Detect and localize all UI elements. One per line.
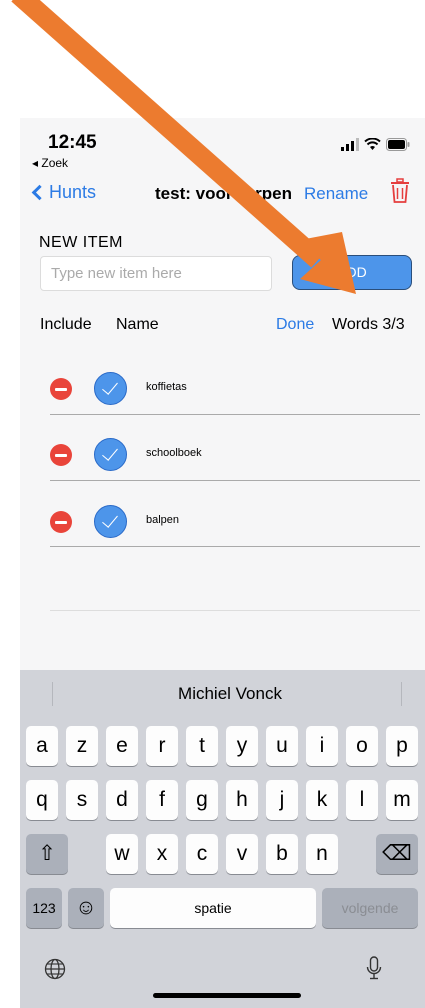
checkmark-icon[interactable] [94,438,127,471]
key-f[interactable]: f [146,780,178,820]
key-q[interactable]: q [26,780,58,820]
key-b[interactable]: b [266,834,298,874]
status-icons [341,138,410,151]
signal-icon [341,138,359,151]
name-column-header: Name [116,316,159,333]
key-c[interactable]: c [186,834,218,874]
words-count: Words 3/3 [332,316,405,333]
shift-key[interactable]: ⇧ [26,834,68,874]
item-name: balpen [146,514,180,526]
add-button[interactable]: ADD [292,255,412,290]
key-g[interactable]: g [186,780,218,820]
rename-button[interactable]: Rename [304,184,368,204]
suggestion-word[interactable]: Michiel Vonck [20,684,425,704]
list-item: schoolboek [50,431,420,496]
trash-icon[interactable] [390,178,410,204]
numbers-key[interactable]: 123 [26,888,62,928]
delete-icon[interactable] [50,511,72,533]
key-z[interactable]: z [66,726,98,766]
chevron-left-icon [31,184,48,201]
divider [50,610,420,611]
back-hunts-label: Hunts [49,182,97,202]
delete-key[interactable]: ⌫ [376,834,418,874]
include-column-header: Include [40,316,92,333]
key-p[interactable]: p [386,726,418,766]
key-m[interactable]: m [386,780,418,820]
key-i[interactable]: i [306,726,338,766]
list-item: koffietas [50,365,420,430]
key-d[interactable]: d [106,780,138,820]
key-l[interactable]: l [346,780,378,820]
divider [50,414,420,415]
key-v[interactable]: v [226,834,258,874]
key-n[interactable]: n [306,834,338,874]
microphone-icon[interactable] [366,956,382,982]
new-item-input[interactable] [40,256,272,291]
suggestion-separator [401,682,402,706]
wifi-icon [364,138,381,150]
home-indicator [153,993,301,998]
delete-icon[interactable] [50,444,72,466]
done-button[interactable]: Done [276,316,314,334]
divider [50,480,420,481]
status-time: 12:45 [48,132,97,153]
new-item-label: NEW ITEM [39,234,123,251]
key-x[interactable]: x [146,834,178,874]
key-s[interactable]: s [66,780,98,820]
key-t[interactable]: t [186,726,218,766]
checkmark-icon[interactable] [94,505,127,538]
key-a[interactable]: a [26,726,58,766]
key-r[interactable]: r [146,726,178,766]
emoji-icon[interactable]: ☺ [68,888,104,928]
back-hunts-button[interactable]: Hunts [30,182,96,203]
battery-icon [386,138,410,151]
checkmark-icon[interactable] [94,372,127,405]
next-key[interactable]: volgende [322,888,418,928]
delete-icon[interactable] [50,378,72,400]
key-w[interactable]: w [106,834,138,874]
suggestion-bar: Michiel Vonck [20,670,425,718]
key-h[interactable]: h [226,780,258,820]
key-o[interactable]: o [346,726,378,766]
key-j[interactable]: j [266,780,298,820]
page-title: test: voorwerpen [155,184,292,203]
item-name: koffietas [146,381,187,393]
space-key[interactable]: spatie [110,888,316,928]
list-item: balpen [50,498,420,563]
item-name: schoolboek [146,447,202,459]
keyboard: Michiel Vonck a z e r t y u i o p q s d … [20,670,425,1008]
key-k[interactable]: k [306,780,338,820]
divider [50,546,420,547]
key-y[interactable]: y [226,726,258,766]
back-to-app-link[interactable]: ◂ Zoek [32,156,68,170]
key-e[interactable]: e [106,726,138,766]
globe-icon[interactable] [44,958,66,980]
app-screen: 12:45 ◂ Zoek Hunts test: voorwerpen Rena… [20,118,425,1008]
key-u[interactable]: u [266,726,298,766]
